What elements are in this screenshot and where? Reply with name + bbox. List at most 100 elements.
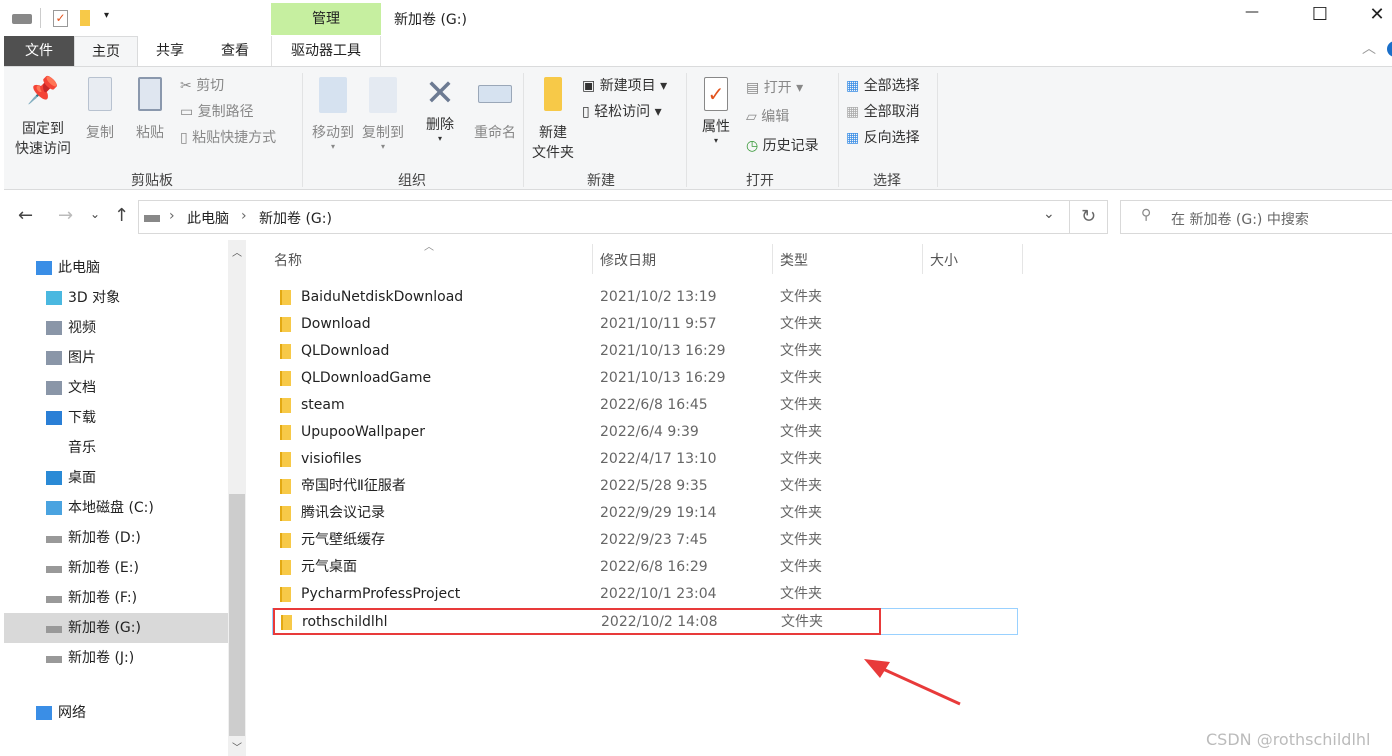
sidebar-item[interactable]: 新加卷 (J:) (4, 643, 228, 673)
address-dropdown-icon[interactable]: ⌄ (1043, 206, 1055, 222)
file-row[interactable]: PycharmProfessProject 2022/10/1 23:04 文件夹 (272, 581, 1018, 608)
scroll-down-icon[interactable]: ﹀ (228, 739, 246, 754)
file-row[interactable]: 元气桌面 2022/6/8 16:29 文件夹 (272, 554, 1018, 581)
column-header-date[interactable]: 修改日期 (600, 250, 656, 270)
nav-scrollbar[interactable]: ︿ ﹀ (228, 240, 246, 756)
paste-shortcut-button[interactable]: ▯ 粘贴快捷方式 (180, 128, 276, 148)
divider (686, 73, 687, 187)
file-row[interactable]: QLDownloadGame 2021/10/13 16:29 文件夹 (272, 365, 1018, 392)
manage-context-tab[interactable]: 管理 (271, 3, 381, 35)
sidebar-item[interactable]: 文档 (4, 373, 228, 403)
tab-view[interactable]: 查看 (202, 36, 268, 66)
sidebar-item[interactable]: 视频 (4, 313, 228, 343)
tab-file[interactable]: 文件 (4, 36, 74, 66)
file-type: 文件夹 (781, 614, 823, 630)
folder-icon (280, 425, 291, 440)
sidebar-item[interactable]: 下载 (4, 403, 228, 433)
copy-to-button[interactable]: 复制到 ▾ (358, 77, 408, 151)
divider (523, 73, 524, 187)
copy-button[interactable]: 复制 (82, 77, 118, 143)
column-header-type[interactable]: 类型 (780, 250, 808, 270)
column-header-size[interactable]: 大小 (930, 250, 958, 270)
delete-button[interactable]: ✕ 删除 ▾ (420, 73, 460, 143)
column-divider[interactable] (772, 244, 773, 274)
easy-access-button[interactable]: ▯ 轻松访问 ▾ (582, 102, 662, 122)
column-header-name[interactable]: 名称 (274, 250, 302, 270)
copy-path-button[interactable]: ▭ 复制路径 (180, 102, 254, 122)
sidebar-item[interactable]: 新加卷 (G:) (4, 613, 228, 643)
forward-button[interactable]: → (58, 205, 73, 226)
minimize-button[interactable]: — (1232, 4, 1272, 20)
customize-quick-access-icon[interactable]: ▾ (104, 10, 109, 21)
file-row[interactable]: visiofiles 2022/4/17 13:10 文件夹 (272, 446, 1018, 473)
file-row[interactable]: UpupooWallpaper 2022/6/4 9:39 文件夹 (272, 419, 1018, 446)
sidebar-item[interactable]: 新加卷 (D:) (4, 523, 228, 553)
properties-quick-icon[interactable]: ✓ (53, 10, 68, 27)
select-none-button[interactable]: ▦ 全部取消 (846, 102, 920, 122)
new-folder-quick-icon[interactable] (80, 10, 90, 26)
sidebar-item[interactable]: 新加卷 (E:) (4, 553, 228, 583)
select-all-button[interactable]: ▦ 全部选择 (846, 76, 920, 96)
file-row[interactable]: QLDownload 2021/10/13 16:29 文件夹 (272, 338, 1018, 365)
folder-icon (280, 317, 291, 332)
collapse-ribbon-icon[interactable]: ︿ (1362, 38, 1376, 58)
file-name: 帝国时代Ⅱ征服者 (301, 478, 406, 494)
copy-path-icon: ▭ (180, 104, 198, 120)
column-divider[interactable] (1022, 244, 1023, 274)
tab-drive-tools[interactable]: 驱动器工具 (271, 36, 381, 66)
properties-button[interactable]: ✓ 属性 ▾ (696, 77, 736, 145)
file-date: 2022/10/2 14:08 (601, 614, 718, 630)
sidebar-item[interactable]: 此电脑 (4, 253, 228, 283)
scrollbar-thumb[interactable] (229, 494, 245, 736)
file-row[interactable]: 帝国时代Ⅱ征服者 2022/5/28 9:35 文件夹 (272, 473, 1018, 500)
recent-locations-icon[interactable]: ⌄ (90, 207, 100, 221)
sidebar-item[interactable]: 新加卷 (F:) (4, 583, 228, 613)
tab-share[interactable]: 共享 (138, 36, 202, 66)
column-divider[interactable] (592, 244, 593, 274)
history-button[interactable]: ◷ 历史记录 (746, 136, 819, 156)
file-name: UpupooWallpaper (301, 424, 426, 440)
new-item-button[interactable]: ▣ 新建项目 ▾ (582, 76, 667, 96)
file-date: 2022/6/8 16:45 (600, 397, 708, 413)
sidebar-item[interactable]: 桌面 (4, 463, 228, 493)
file-row[interactable]: Download 2021/10/11 9:57 文件夹 (272, 311, 1018, 338)
file-row[interactable]: rothschildlhl 2022/10/2 14:08 文件夹 (272, 608, 1018, 635)
file-row[interactable]: steam 2022/6/8 16:45 文件夹 (272, 392, 1018, 419)
cut-button[interactable]: ✂ 剪切 (180, 76, 224, 96)
back-button[interactable]: ← (18, 205, 33, 226)
rename-button[interactable]: 重命名 (468, 77, 522, 143)
file-name: Download (301, 316, 371, 332)
breadcrumb-drive-g[interactable]: 新加卷 (G:) (259, 208, 332, 228)
address-bar[interactable]: › 此电脑 › 新加卷 (G:) ⌄ (138, 200, 1070, 234)
column-divider[interactable] (922, 244, 923, 274)
help-icon[interactable] (1387, 41, 1392, 57)
group-label-new: 新建 (587, 173, 615, 189)
refresh-button[interactable]: ↻ (1070, 200, 1108, 234)
sidebar-item[interactable]: 图片 (4, 343, 228, 373)
sidebar-item[interactable]: 网络 (4, 698, 228, 728)
sidebar-item[interactable]: 3D 对象 (4, 283, 228, 313)
sidebar-item[interactable]: 音乐 (4, 433, 228, 463)
open-button[interactable]: ▤ 打开 ▾ (746, 78, 803, 98)
move-to-button[interactable]: 移动到 ▾ (308, 77, 358, 151)
file-row[interactable]: BaiduNetdiskDownload 2021/10/2 13:19 文件夹 (272, 284, 1018, 311)
folder-icon (280, 371, 291, 386)
invert-selection-button[interactable]: ▦ 反向选择 (846, 128, 920, 148)
close-button[interactable]: ✕ (1357, 4, 1392, 25)
search-input[interactable]: ⚲ 在 新加卷 (G:) 中搜索 (1120, 200, 1392, 234)
file-name: QLDownloadGame (301, 370, 432, 386)
new-folder-button[interactable]: 新建 文件夹 (528, 77, 578, 163)
tab-home[interactable]: 主页 (74, 36, 138, 67)
maximize-button[interactable]: ☐ (1300, 4, 1340, 25)
breadcrumb-this-pc[interactable]: 此电脑 (187, 208, 229, 228)
file-row[interactable]: 腾讯会议记录 2022/9/29 19:14 文件夹 (272, 500, 1018, 527)
sidebar-item[interactable]: 本地磁盘 (C:) (4, 493, 228, 523)
paste-button[interactable]: 粘贴 (132, 77, 168, 143)
edit-button[interactable]: ▱ 编辑 (746, 107, 789, 127)
file-row[interactable]: 元气壁纸缓存 2022/9/23 7:45 文件夹 (272, 527, 1018, 554)
up-button[interactable]: ↑ (114, 205, 129, 226)
pin-quick-access-button[interactable]: 📌 固定到 快速访问 (10, 78, 76, 159)
folder-icon (280, 506, 291, 521)
scroll-up-icon[interactable]: ︿ (228, 240, 246, 259)
invert-selection-icon: ▦ (846, 130, 864, 146)
